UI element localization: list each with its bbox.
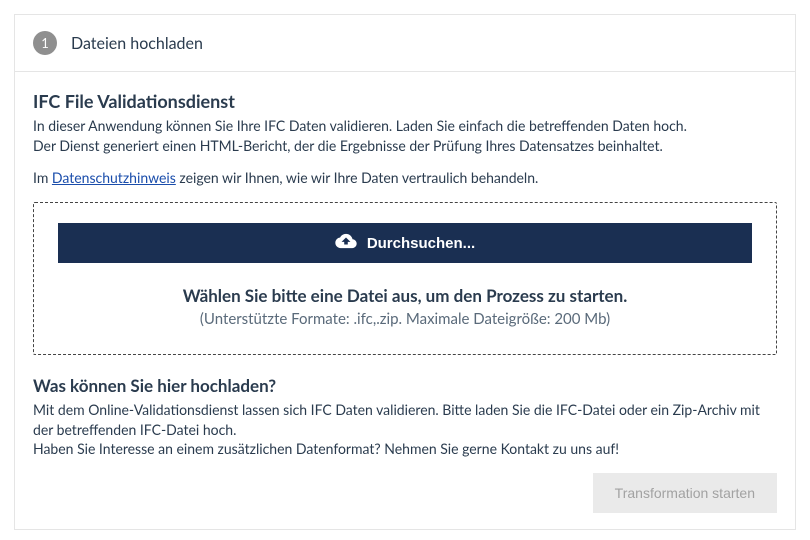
- privacy-line: Im Datenschutzhinweis zeigen wir Ihnen, …: [33, 169, 777, 186]
- file-dropzone[interactable]: Durchsuchen... Wählen Sie bitte eine Dat…: [33, 202, 777, 355]
- browse-button-label: Durchsuchen...: [367, 235, 475, 252]
- footer-row: Transformation starten: [33, 473, 777, 513]
- wizard-content: IFC File Validationsdienst In dieser Anw…: [15, 72, 795, 529]
- dropzone-hint-main: Wählen Sie bitte eine Datei aus, um den …: [58, 285, 752, 306]
- privacy-suffix: zeigen wir Ihnen, wie wir Ihre Daten ver…: [176, 169, 539, 186]
- help-heading: Was können Sie hier hochladen?: [33, 375, 777, 396]
- privacy-link[interactable]: Datenschutzhinweis: [52, 169, 176, 186]
- intro-line-1: In dieser Anwendung können Sie Ihre IFC …: [33, 116, 777, 136]
- help-line-2: Haben Sie Interesse an einem zusätzliche…: [33, 439, 777, 459]
- step-header: 1 Dateien hochladen: [15, 15, 795, 72]
- browse-button[interactable]: Durchsuchen...: [58, 223, 752, 263]
- wizard-card: 1 Dateien hochladen IFC File Validations…: [14, 14, 796, 530]
- privacy-prefix: Im: [33, 169, 52, 186]
- start-transformation-button[interactable]: Transformation starten: [593, 473, 777, 513]
- intro-line-2: Der Dienst generiert einen HTML-Bericht,…: [33, 136, 777, 156]
- step-title: Dateien hochladen: [71, 34, 203, 53]
- help-line-1: Mit dem Online-Validationsdienst lassen …: [33, 400, 777, 439]
- section-heading: IFC File Validationsdienst: [33, 90, 777, 112]
- step-number-badge: 1: [33, 31, 57, 55]
- dropzone-hint-sub: (Unterstützte Formate: .ifc,.zip. Maxima…: [58, 310, 752, 328]
- cloud-upload-icon: [335, 233, 357, 253]
